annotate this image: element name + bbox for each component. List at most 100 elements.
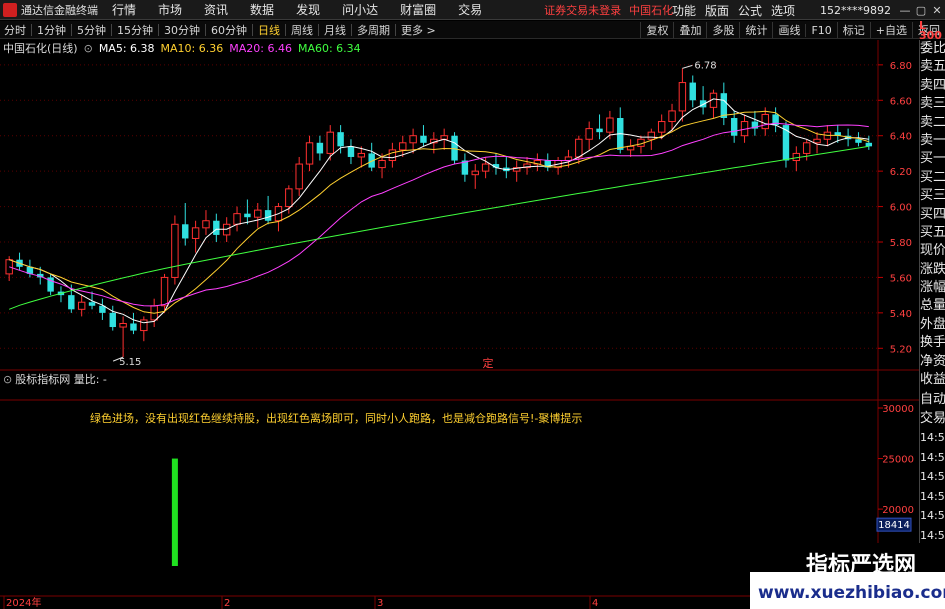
quote-row-14: 总量 bbox=[920, 298, 945, 314]
candle-body bbox=[720, 93, 728, 118]
x-axis-label: 4 bbox=[592, 598, 598, 609]
candle-body bbox=[440, 135, 448, 140]
quote-row-8: 买三 bbox=[920, 188, 945, 204]
period-toolbar: 分时 1分钟 5分钟 15分钟 30分钟 60分钟 日线 周线 月线 多周期 更… bbox=[0, 21, 945, 39]
indicator-label[interactable]: 股标指标网 量比: - bbox=[15, 371, 107, 387]
stats-button[interactable]: 统计 bbox=[739, 22, 772, 38]
trade-time-4: 14:56 bbox=[920, 509, 945, 523]
close-icon[interactable]: ✕ bbox=[929, 4, 945, 17]
candle-body bbox=[337, 132, 344, 147]
app-title: 通达信金融终端 bbox=[21, 3, 98, 17]
trade-status-link[interactable]: 证券交易未登录 bbox=[544, 2, 621, 18]
menu-formula[interactable]: 公式 bbox=[738, 2, 762, 19]
adjust-button[interactable]: 复权 bbox=[640, 22, 673, 38]
kline-chart[interactable]: 6.80 6.60 6.40 6.20 6.00 5.80 5.60 5.40 5.20 6.78… bbox=[0, 0, 945, 609]
menu-layout[interactable]: 版面 bbox=[705, 2, 729, 19]
ma10-label: MA10: 6.36 bbox=[160, 41, 224, 55]
ma20-line bbox=[9, 122, 869, 307]
quote-panel: 委比 卖五 卖四 卖三 卖二 卖一 买一 买二 买三 买四 买五 现价 涨跌 涨幅 总量 外盘 换手 净资 收益 自动… bbox=[919, 40, 945, 609]
period-weekly[interactable]: 周线 bbox=[287, 22, 317, 38]
candle-body bbox=[471, 170, 479, 176]
trade-stock-link[interactable]: 中国石化 bbox=[629, 2, 673, 18]
candle-body bbox=[357, 152, 366, 158]
period-more[interactable]: 更多 > bbox=[397, 22, 440, 38]
candle-body bbox=[388, 149, 397, 162]
multi-stock-button[interactable]: 多股 bbox=[706, 22, 739, 38]
menu-trade[interactable]: 交易 bbox=[458, 1, 482, 18]
maximize-icon[interactable]: ▢ bbox=[913, 4, 929, 17]
candle-body bbox=[130, 323, 137, 331]
period-daily[interactable]: 日线 bbox=[254, 22, 284, 38]
ma20-label: MA20: 6.46 bbox=[229, 41, 292, 55]
quote-row-2: 卖四 bbox=[920, 77, 945, 93]
candle-body bbox=[730, 118, 738, 136]
price-tick-label: 6.40 bbox=[890, 132, 912, 143]
candle-body bbox=[451, 135, 458, 161]
candle-body bbox=[305, 142, 314, 165]
period-multi[interactable]: 多周期 bbox=[353, 22, 394, 38]
price-tick-label: 6.20 bbox=[890, 167, 912, 178]
menu-discover[interactable]: 发现 bbox=[296, 1, 320, 18]
period-15min[interactable]: 15分钟 bbox=[113, 22, 157, 38]
candle-body bbox=[202, 220, 210, 229]
minimize-icon[interactable]: — bbox=[897, 4, 913, 17]
candle-body bbox=[5, 259, 13, 275]
candle-body bbox=[802, 142, 811, 154]
quote-row-4: 卖二 bbox=[920, 114, 945, 130]
quote-row-0: 委比 bbox=[920, 41, 945, 56]
menu-function[interactable]: 功能 bbox=[672, 2, 696, 19]
trade-time-3: 14:56 bbox=[920, 489, 945, 503]
quote-row-3: 卖三 bbox=[920, 96, 945, 112]
candle-body bbox=[160, 276, 169, 307]
draw-button[interactable]: 画线 bbox=[772, 22, 805, 38]
price-tick-label: 5.80 bbox=[890, 238, 912, 249]
period-60min[interactable]: 60分钟 bbox=[207, 22, 251, 38]
app-logo-icon bbox=[3, 2, 17, 17]
stock-name[interactable]: 中国石化(日线) bbox=[3, 40, 78, 56]
candle-body bbox=[326, 131, 334, 154]
period-1min[interactable]: 1分钟 bbox=[33, 22, 70, 38]
indicator-header: ⊙ 股标指标网 量比: - bbox=[0, 371, 107, 387]
candle-body bbox=[409, 135, 417, 144]
quote-row-11: 现价 bbox=[920, 243, 945, 259]
period-monthly[interactable]: 月线 bbox=[320, 22, 350, 38]
indicator-settings-icon[interactable]: ⊙ bbox=[3, 373, 12, 386]
candle-body bbox=[855, 139, 862, 143]
volume-tick-label: 30000 bbox=[882, 404, 914, 415]
candle-body bbox=[678, 82, 687, 112]
menu-wealth[interactable]: 财富圈 bbox=[400, 1, 436, 18]
menu-quotes[interactable]: 行情 bbox=[112, 1, 136, 18]
user-id[interactable]: 152****9892 bbox=[820, 4, 891, 17]
quote-row-17: 净资 bbox=[920, 353, 945, 369]
ma5-line bbox=[9, 98, 869, 324]
indicator-note: 绿色进场，没有出现红色继续持股，出现红色离场即可，同时小人跑路，也是减仓跑路信号… bbox=[90, 412, 583, 425]
candle-body bbox=[191, 227, 200, 239]
overlay-button[interactable]: 叠加 bbox=[673, 22, 706, 38]
menu-market[interactable]: 市场 bbox=[158, 1, 182, 18]
quote-row-9: 买四 bbox=[920, 206, 945, 222]
f10-button[interactable]: F10 bbox=[805, 23, 836, 37]
ma60-label: MA60: 6.34 bbox=[297, 41, 361, 55]
add-watchlist-button[interactable]: +自选 bbox=[869, 22, 912, 38]
price-tick-label: 5.20 bbox=[890, 344, 912, 355]
candle-body bbox=[865, 142, 873, 147]
candle-body bbox=[813, 138, 821, 144]
period-tick[interactable]: 分时 bbox=[0, 22, 30, 38]
volume-tick-label: 25000 bbox=[882, 455, 914, 466]
x-axis-label: 3 bbox=[377, 598, 383, 609]
menu-data[interactable]: 数据 bbox=[250, 1, 274, 18]
period-5min[interactable]: 5分钟 bbox=[73, 22, 110, 38]
candle-body bbox=[378, 160, 386, 169]
signal-bar bbox=[171, 458, 178, 566]
quote-row-1: 卖五 bbox=[920, 59, 945, 75]
period-30min[interactable]: 30分钟 bbox=[160, 22, 204, 38]
menu-options[interactable]: 选项 bbox=[771, 2, 795, 19]
settings-icon[interactable]: ⊙ bbox=[84, 42, 93, 55]
low-price-label: 5.15 bbox=[119, 357, 141, 368]
mark-button[interactable]: 标记 bbox=[836, 22, 870, 38]
menu-ask[interactable]: 问小达 bbox=[342, 1, 378, 18]
candle-body bbox=[109, 312, 116, 328]
menu-news[interactable]: 资讯 bbox=[204, 1, 228, 18]
price-tick-label: 6.00 bbox=[890, 203, 912, 214]
x-axis-label: 2024年 bbox=[6, 596, 41, 609]
